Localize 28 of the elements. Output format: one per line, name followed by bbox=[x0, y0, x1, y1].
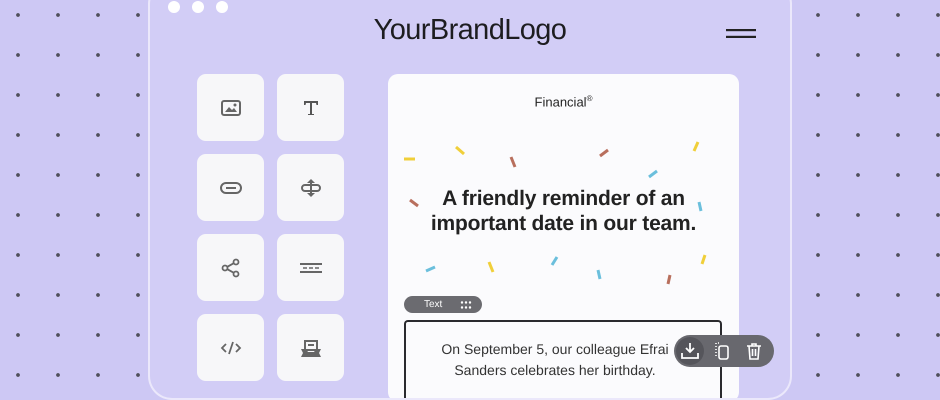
spacer-icon bbox=[300, 178, 320, 198]
banner-icon bbox=[300, 338, 322, 356]
block-tile[interactable] bbox=[277, 74, 344, 141]
block-tile[interactable] bbox=[277, 234, 344, 301]
email-headline: A friendly reminder of an important date in our team. bbox=[430, 186, 698, 236]
image-icon bbox=[220, 100, 240, 116]
button-icon bbox=[220, 182, 242, 194]
download-icon bbox=[681, 342, 699, 360]
block-tile[interactable] bbox=[197, 234, 264, 301]
code-icon bbox=[220, 340, 242, 354]
block-label-chip[interactable]: Text bbox=[404, 296, 482, 313]
paragraph: On September 5, our colleague Efrai Sanders celebrates her birthday. bbox=[441, 340, 669, 380]
block-tile[interactable] bbox=[197, 314, 264, 381]
drag-handle-icon[interactable] bbox=[460, 300, 472, 309]
save-button[interactable] bbox=[676, 337, 704, 365]
brand-logo: YourBrandLogo bbox=[374, 14, 566, 46]
trash-icon bbox=[746, 342, 762, 360]
block-tile[interactable] bbox=[197, 154, 264, 221]
text-format-icon bbox=[302, 100, 318, 116]
block-tile[interactable] bbox=[277, 314, 344, 381]
duplicate-icon bbox=[714, 342, 730, 360]
menu-icon[interactable] bbox=[726, 28, 756, 38]
brand-name: Financial$^{®}$ bbox=[534, 93, 592, 110]
divider-icon bbox=[300, 262, 322, 272]
block-tile[interactable] bbox=[197, 74, 264, 141]
block-label: Text bbox=[424, 299, 442, 310]
share-icon bbox=[220, 258, 240, 278]
block-tile[interactable] bbox=[277, 154, 344, 221]
